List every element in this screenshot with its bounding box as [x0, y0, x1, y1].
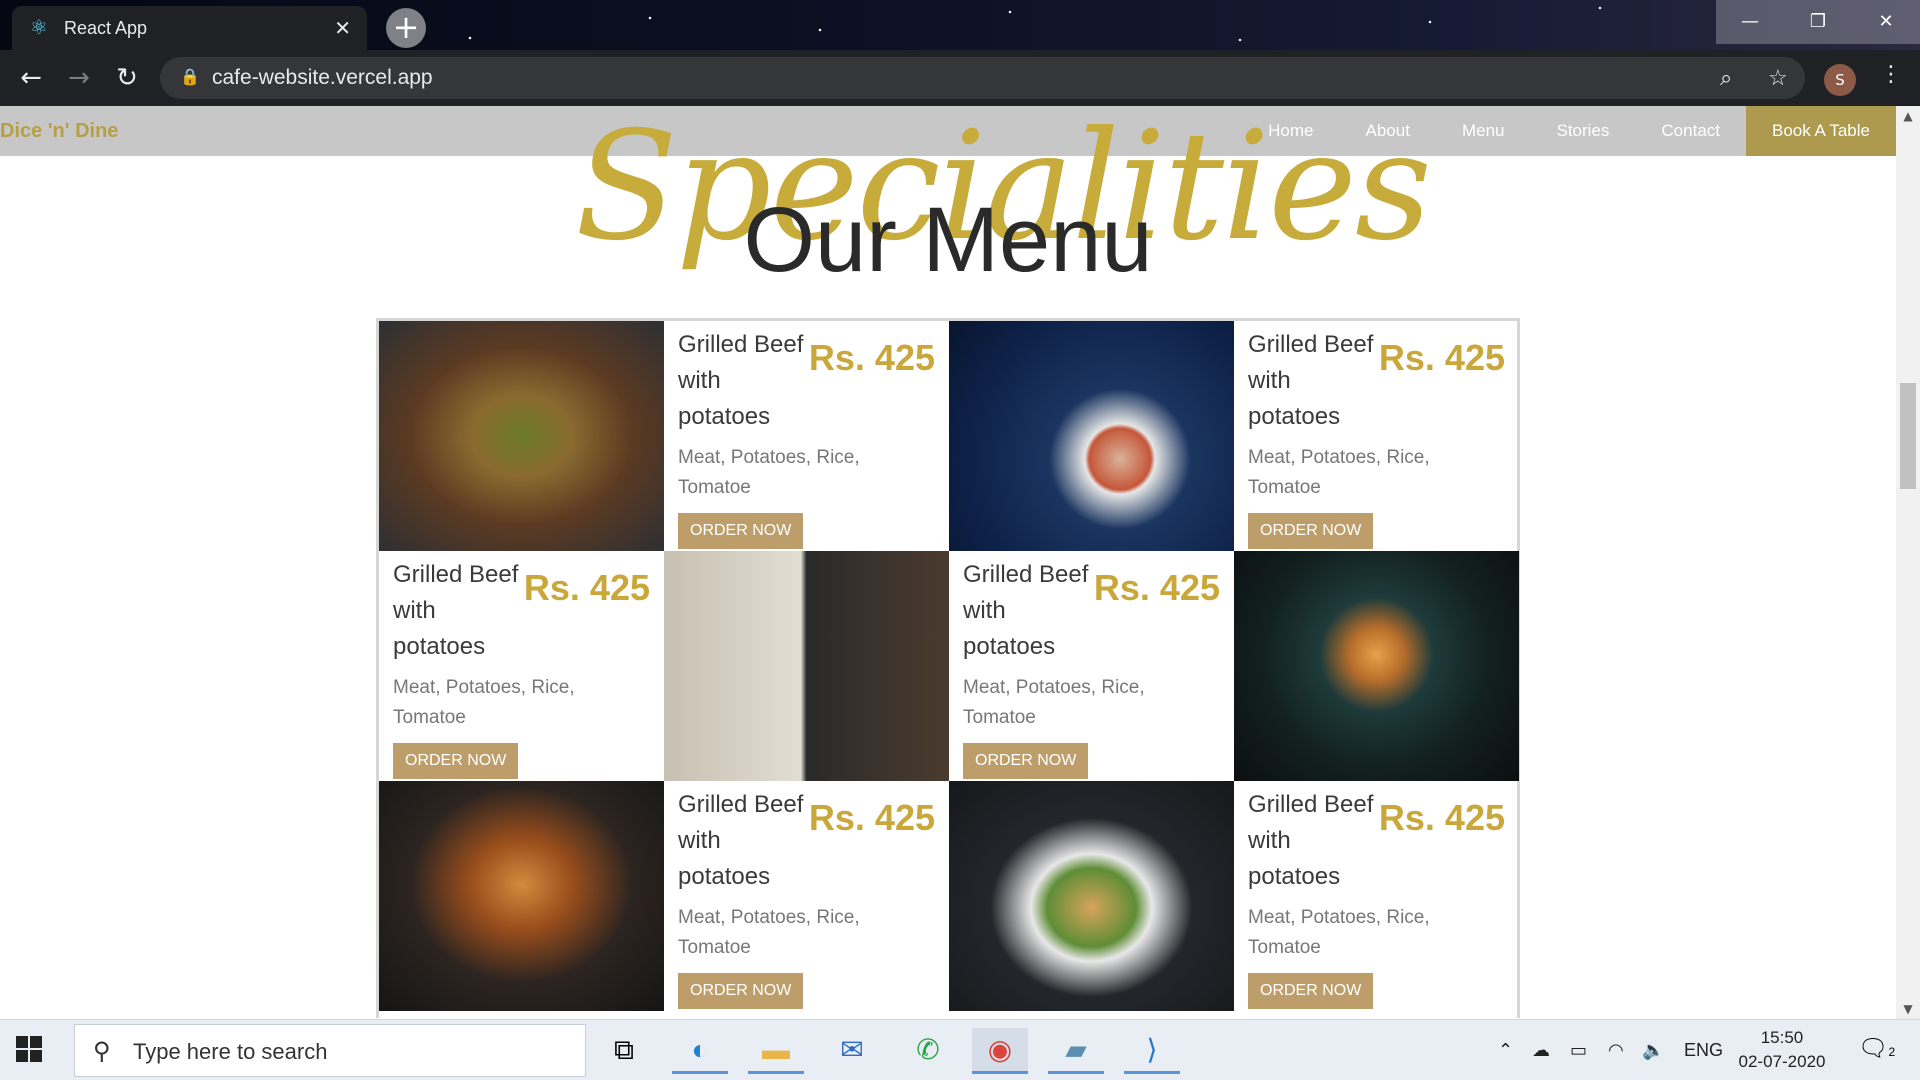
browser-tab[interactable]: ⚛ React App ✕ — [12, 6, 367, 50]
search-icon: ⚲ — [93, 1038, 111, 1065]
menu-grid: Grilled Beef with potatoes Rs. 425 Meat,… — [376, 318, 1520, 1018]
dish-price: Rs. 425 — [808, 337, 935, 378]
vscode-icon[interactable]: ⟩ — [1124, 1028, 1180, 1074]
browser-menu-icon[interactable]: ⋮ — [1880, 62, 1902, 87]
dish-price: Rs. 425 — [1378, 337, 1505, 378]
dish-name: Grilled Beef with potatoes — [678, 331, 804, 430]
taskbar-clock[interactable]: 15:50 02-07-2020 — [1736, 1026, 1828, 1074]
address-bar[interactable]: 🔒 cafe-website.vercel.app ⌕ ☆ — [160, 57, 1805, 99]
dish-ingredients: Meat, Potatoes, Rice, Tomatoe — [393, 677, 575, 728]
menu-card: Grilled Beef with potatoes Rs. 425 Meat,… — [379, 551, 664, 781]
notification-center-icon[interactable]: 🗨2 — [1858, 1034, 1895, 1063]
site-brand[interactable]: Dice 'n' Dine — [0, 106, 118, 156]
mail-icon[interactable]: ✉ — [824, 1028, 880, 1074]
order-now-button[interactable]: ORDER NOW — [1248, 973, 1374, 1009]
notification-count: 2 — [1888, 1045, 1896, 1059]
menu-heading: Our Menu — [743, 189, 1153, 291]
order-now-button[interactable]: ORDER NOW — [393, 743, 519, 779]
menu-card: Grilled Beef with potatoes Rs. 425 Meat,… — [664, 321, 949, 551]
minimize-button[interactable]: — — [1716, 0, 1784, 44]
zoom-icon[interactable]: ⌕ — [1720, 57, 1732, 99]
bookmark-star-icon[interactable]: ☆ — [1768, 57, 1788, 99]
file-explorer-icon[interactable]: ▬ — [748, 1028, 804, 1074]
back-arrow-icon[interactable]: ← — [14, 62, 48, 96]
search-placeholder: Type here to search — [133, 1039, 328, 1064]
dish-price: Rs. 425 — [523, 567, 650, 608]
menu-card: Grilled Beef with potatoes Rs. 425 Meat,… — [949, 551, 1234, 781]
onedrive-icon[interactable]: ☁ — [1532, 1020, 1550, 1080]
menu-card: Grilled Beef with potatoes Rs. 425 Meat,… — [1234, 321, 1519, 551]
show-hidden-icons-icon[interactable]: ⌃ — [1498, 1020, 1513, 1080]
scrollbar-thumb[interactable] — [1900, 383, 1916, 489]
dish-name: Grilled Beef with potatoes — [678, 791, 804, 890]
url-text: cafe-website.vercel.app — [212, 66, 433, 89]
book-table-button[interactable]: Book A Table — [1746, 106, 1896, 156]
page-scrollbar[interactable] — [1896, 106, 1920, 1019]
dish-ingredients: Meat, Potatoes, Rice, Tomatoe — [678, 907, 860, 958]
dish-price: Rs. 425 — [1093, 567, 1220, 608]
forward-arrow-icon[interactable]: → — [62, 62, 96, 96]
food-photo-platter — [379, 321, 664, 551]
tab-title: React App — [64, 17, 148, 38]
browser-titlebar: ⚛ React App ✕ + — ❐ ✕ — [0, 0, 1920, 50]
dish-ingredients: Meat, Potatoes, Rice, Tomatoe — [1248, 907, 1430, 958]
new-tab-button[interactable]: + — [386, 8, 426, 48]
dish-ingredients: Meat, Potatoes, Rice, Tomatoe — [1248, 447, 1430, 498]
volume-icon[interactable]: 🔈 — [1642, 1020, 1664, 1080]
order-now-button[interactable]: ORDER NOW — [678, 513, 804, 549]
tab-close-icon[interactable]: ✕ — [334, 16, 351, 41]
taskbar-search-box[interactable]: ⚲ Type here to search — [74, 1024, 586, 1077]
scroll-down-icon[interactable]: ▼ — [1896, 999, 1920, 1019]
nav-menu[interactable]: Menu — [1436, 106, 1531, 156]
dish-ingredients: Meat, Potatoes, Rice, Tomatoe — [963, 677, 1145, 728]
react-logo-icon: ⚛ — [30, 17, 48, 39]
lock-icon: 🔒 — [180, 69, 200, 86]
page-viewport: Dice 'n' Dine Home About Menu Stories Co… — [0, 106, 1920, 1019]
menu-card: Grilled Beef with potatoes Rs. 425 Meat,… — [1234, 781, 1519, 1011]
food-photo-dosa — [949, 781, 1234, 1011]
profile-avatar[interactable]: S — [1824, 64, 1856, 96]
clock-date: 02-07-2020 — [1738, 1052, 1826, 1071]
dish-price: Rs. 425 — [808, 797, 935, 838]
notes-app-icon[interactable]: ▰ — [1048, 1028, 1104, 1074]
battery-icon[interactable]: ▭ — [1570, 1020, 1587, 1080]
nav-stories[interactable]: Stories — [1530, 106, 1635, 156]
dish-name: Grilled Beef with potatoes — [393, 561, 519, 660]
chrome-icon[interactable]: ◉ — [972, 1028, 1028, 1074]
reload-icon[interactable]: ↻ — [110, 62, 144, 96]
language-indicator[interactable]: ENG — [1684, 1020, 1723, 1080]
edge-browser-icon[interactable]: ◐ — [672, 1028, 728, 1074]
maximize-button[interactable]: ❐ — [1784, 0, 1852, 44]
dish-name: Grilled Beef with potatoes — [1248, 331, 1374, 430]
dish-name: Grilled Beef with potatoes — [1248, 791, 1374, 890]
food-photo-tacos — [664, 551, 949, 781]
order-now-button[interactable]: ORDER NOW — [678, 973, 804, 1009]
food-photo-curry — [949, 321, 1234, 551]
scroll-up-icon[interactable]: ▲ — [1896, 106, 1920, 126]
dish-price: Rs. 425 — [1378, 797, 1505, 838]
food-photo-pancakes — [1234, 551, 1519, 781]
menu-card: Grilled Beef with potatoes Rs. 425 Meat,… — [664, 781, 949, 1011]
windows-start-icon[interactable] — [16, 1036, 42, 1062]
nav-contact[interactable]: Contact — [1635, 106, 1746, 156]
browser-toolbar: ← → ↻ 🔒 cafe-website.vercel.app ⌕ ☆ S ⋮ — [0, 50, 1920, 106]
dish-ingredients: Meat, Potatoes, Rice, Tomatoe — [678, 447, 860, 498]
clock-time: 15:50 — [1760, 1028, 1804, 1047]
whatsapp-icon[interactable]: ✆ — [900, 1028, 956, 1074]
windows-taskbar: ⚲ Type here to search ⧉ ◐ ▬ ✉ ✆ ◉ ▰ ⟩ ⌃ … — [0, 1019, 1920, 1080]
order-now-button[interactable]: ORDER NOW — [1248, 513, 1374, 549]
dish-name: Grilled Beef with potatoes — [963, 561, 1089, 660]
order-now-button[interactable]: ORDER NOW — [963, 743, 1089, 779]
close-window-button[interactable]: ✕ — [1852, 0, 1920, 44]
wifi-icon[interactable]: ◠ — [1608, 1020, 1624, 1080]
food-photo-french-toast — [379, 781, 664, 1011]
task-view-icon[interactable]: ⧉ — [596, 1028, 652, 1074]
